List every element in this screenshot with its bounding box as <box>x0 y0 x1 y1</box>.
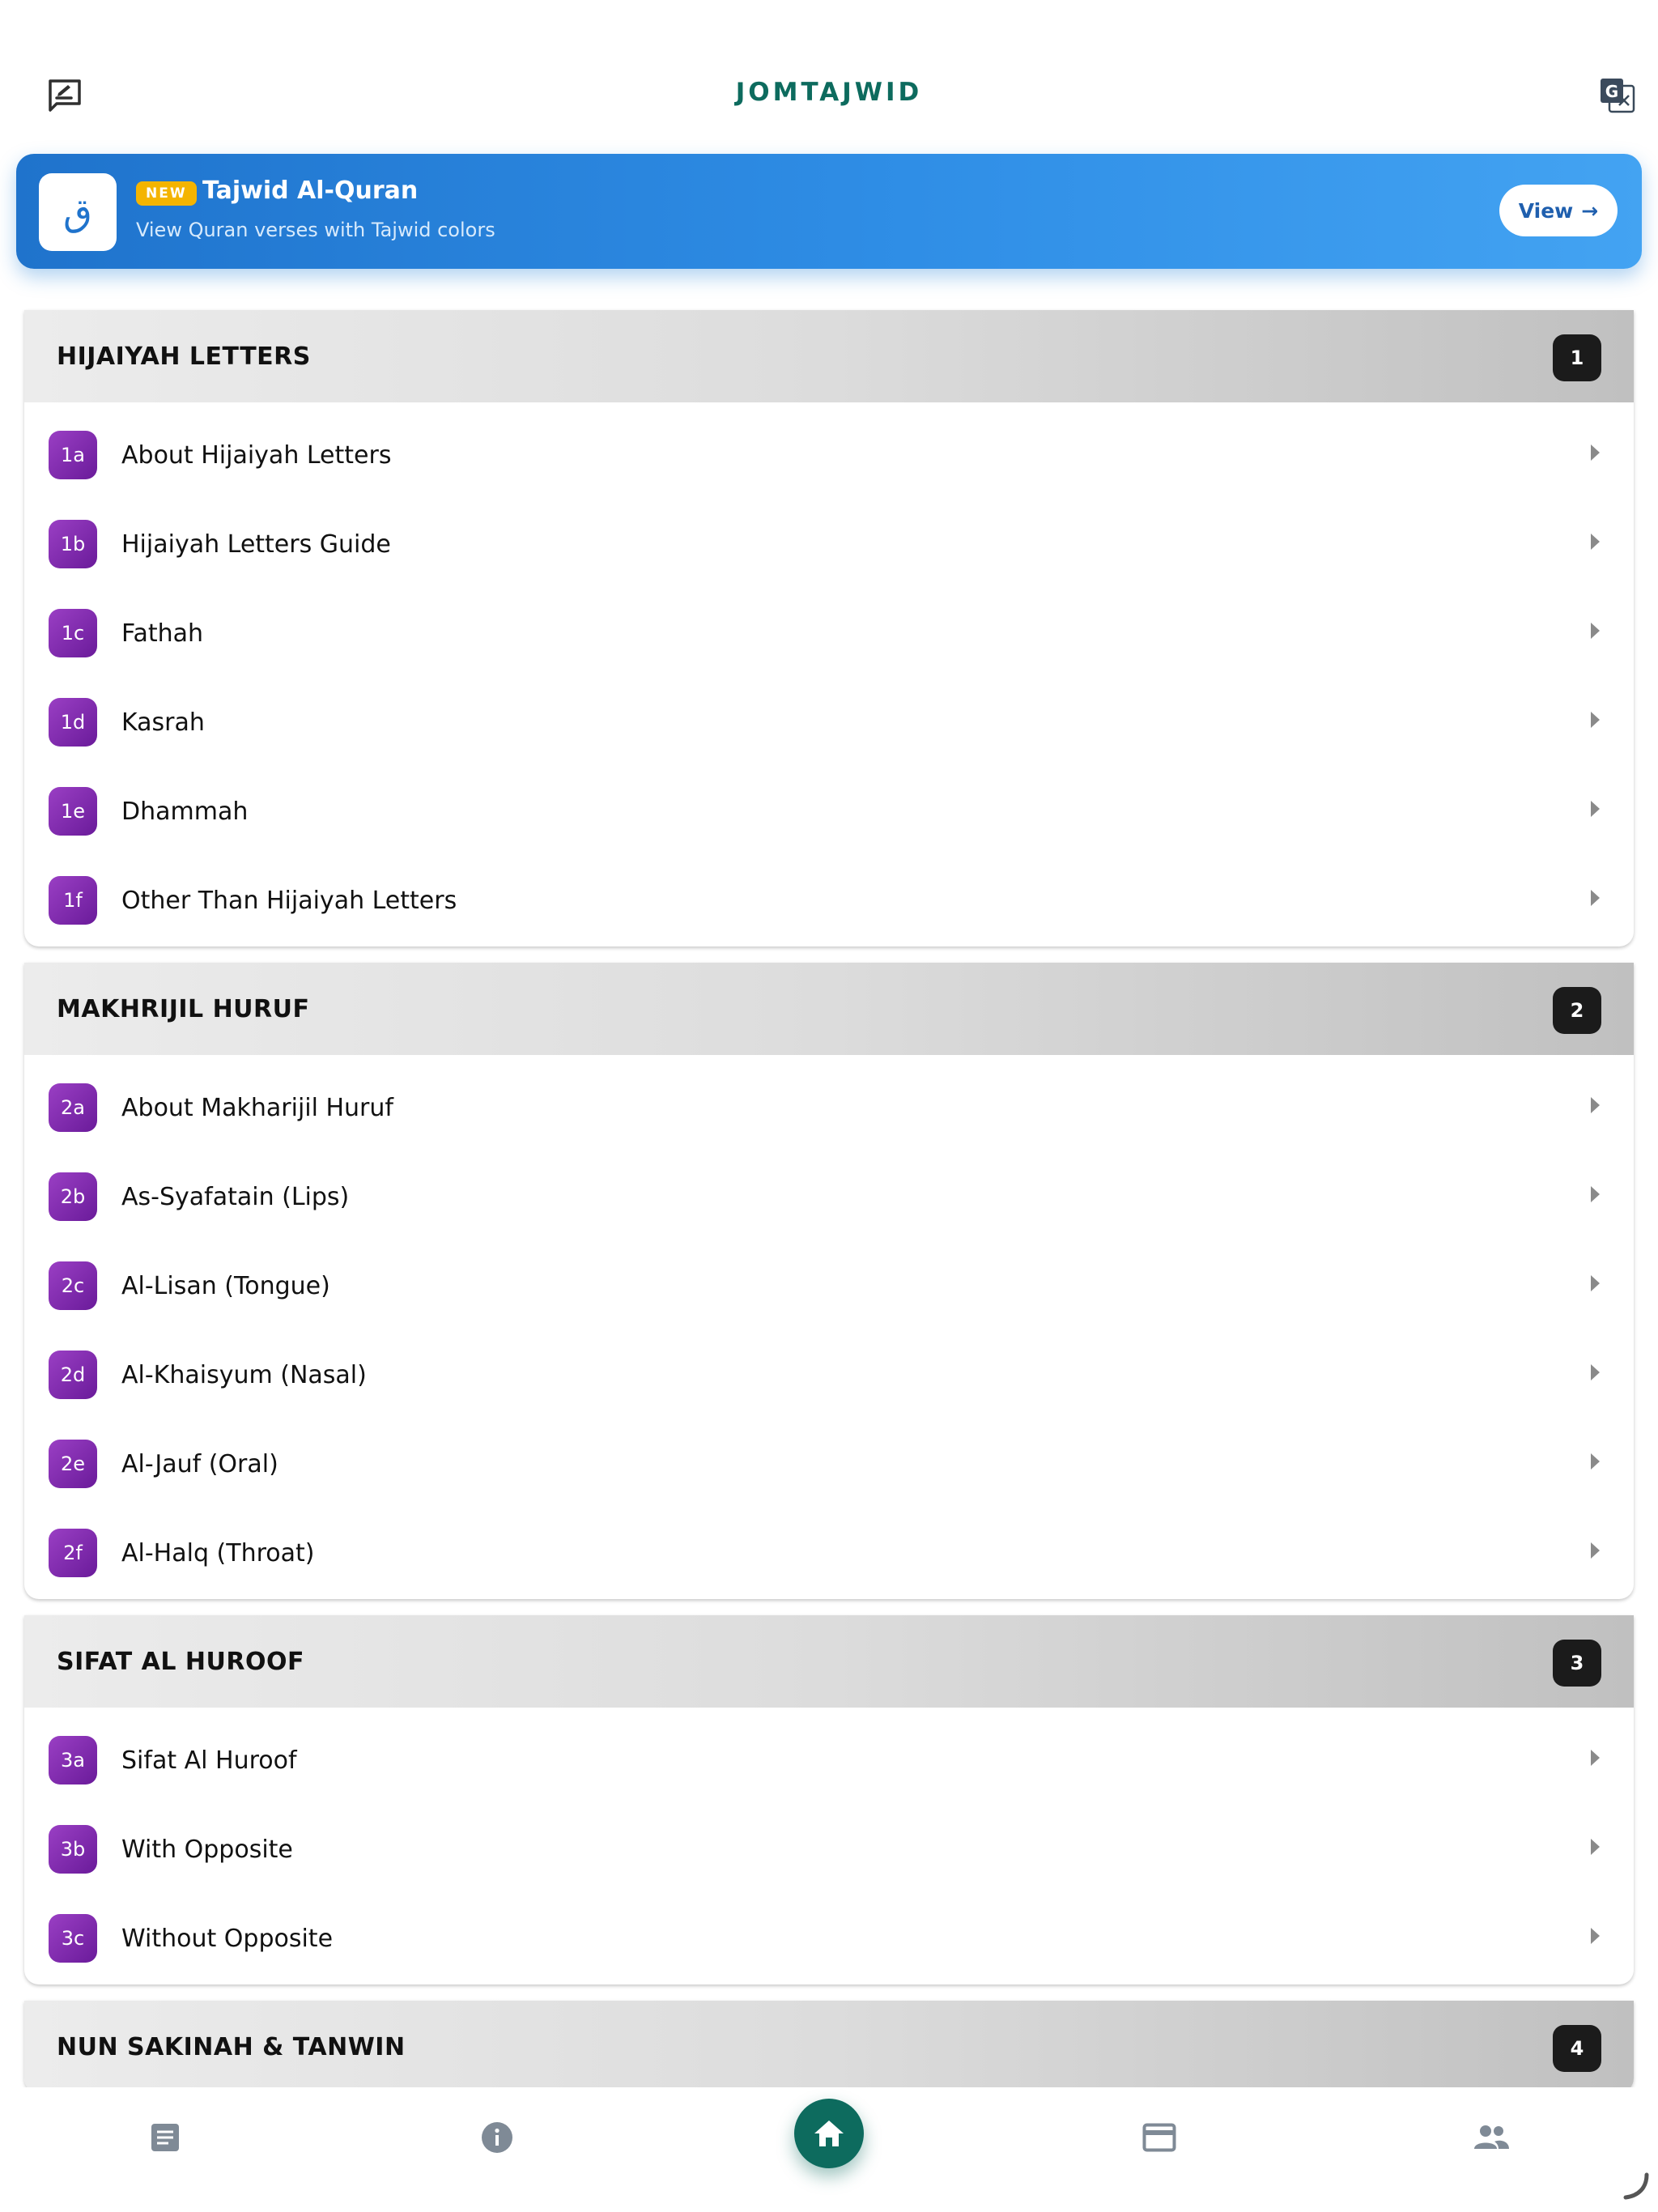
tajwid-quran-banner[interactable]: ق NEW Tajwid Al-Quran View Quran verses … <box>16 154 1642 269</box>
lesson-item[interactable]: 1e Dhammah <box>24 764 1634 853</box>
lesson-code-badge: 1e <box>49 787 97 836</box>
translate-icon[interactable]: G <box>1598 76 1637 115</box>
section-number-badge: 3 <box>1553 1640 1601 1687</box>
view-button[interactable]: View → <box>1499 185 1618 236</box>
top-bar: JOMTAJWID G <box>0 0 1658 146</box>
lesson-item[interactable]: 2c Al-Lisan (Tongue) <box>24 1238 1634 1327</box>
lesson-code-badge: 2b <box>49 1172 97 1221</box>
lesson-item[interactable]: 3a Sifat Al Huroof <box>24 1712 1634 1802</box>
lesson-label: Al-Khaisyum (Nasal) <box>121 1361 367 1389</box>
lesson-section: SIFAT AL HUROOF 3 3a Sifat Al Huroof 3b With … <box>24 1615 1634 1984</box>
card-icon[interactable] <box>1137 2115 1182 2160</box>
arrow-right-icon: → <box>1581 198 1599 223</box>
chevron-right-icon <box>1591 1097 1600 1113</box>
people-icon[interactable] <box>1469 2115 1514 2160</box>
section-title: MAKHRIJIL HURUF <box>57 995 310 1023</box>
section-header[interactable]: NUN SAKINAH & TANWIN 4 <box>24 2001 1634 2093</box>
lesson-code-badge: 2f <box>49 1529 97 1577</box>
lesson-label: About Makharijil Huruf <box>121 1094 393 1122</box>
chevron-right-icon <box>1591 1364 1600 1380</box>
lesson-item[interactable]: 1b Hijaiyah Letters Guide <box>24 496 1634 585</box>
lesson-item[interactable]: 2e Al-Jauf (Oral) <box>24 1416 1634 1505</box>
svg-text:G: G <box>1605 82 1618 101</box>
lesson-label: Fathah <box>121 619 204 648</box>
lesson-item[interactable]: 3b With Opposite <box>24 1802 1634 1891</box>
lesson-list: HIJAIYAH LETTERS 1 1a About Hijaiyah Letter… <box>24 310 1634 2109</box>
bottom-nav <box>0 2087 1658 2212</box>
lesson-label: As-Syafatain (Lips) <box>121 1183 350 1211</box>
lesson-item[interactable]: 2d Al-Khaisyum (Nasal) <box>24 1327 1634 1416</box>
section-title: HIJAIYAH LETTERS <box>57 342 311 371</box>
chevron-right-icon <box>1591 623 1600 639</box>
chevron-right-icon <box>1591 1275 1600 1291</box>
lesson-code-badge: 1b <box>49 520 97 568</box>
section-number-badge: 1 <box>1553 334 1601 381</box>
lesson-code-badge: 2c <box>49 1261 97 1310</box>
new-badge: NEW <box>136 181 197 206</box>
lesson-code-badge: 1c <box>49 609 97 657</box>
lesson-code-badge: 3c <box>49 1914 97 1963</box>
lesson-code-badge: 1f <box>49 876 97 925</box>
chevron-right-icon <box>1591 1750 1600 1766</box>
section-header[interactable]: MAKHRIJIL HURUF 2 <box>24 963 1634 1055</box>
loading-spinner-icon <box>1619 2170 1652 2202</box>
banner-title: Tajwid Al-Quran <box>202 177 419 205</box>
lesson-label: Al-Lisan (Tongue) <box>121 1272 330 1300</box>
lesson-item[interactable]: 1a About Hijaiyah Letters <box>24 407 1634 496</box>
lesson-label: Other Than Hijaiyah Letters <box>121 887 457 915</box>
lesson-label: Al-Jauf (Oral) <box>121 1450 278 1478</box>
lesson-section: NUN SAKINAH & TANWIN 4 <box>24 2001 1634 2093</box>
lesson-label: Hijaiyah Letters Guide <box>121 530 391 559</box>
info-icon[interactable] <box>474 2115 520 2160</box>
lesson-label: Without Opposite <box>121 1925 334 1953</box>
lesson-code-badge: 2d <box>49 1351 97 1399</box>
section-header[interactable]: HIJAIYAH LETTERS 1 <box>24 310 1634 402</box>
section-number-badge: 2 <box>1553 987 1601 1034</box>
chevron-right-icon <box>1591 890 1600 906</box>
quran-logo-icon: ق <box>39 173 117 251</box>
lesson-item[interactable]: 2b As-Syafatain (Lips) <box>24 1149 1634 1238</box>
lesson-label: Kasrah <box>121 708 205 737</box>
lesson-label: Al-Halq (Throat) <box>121 1539 315 1568</box>
chevron-right-icon <box>1591 801 1600 817</box>
chevron-right-icon <box>1591 534 1600 550</box>
article-icon[interactable] <box>142 2115 188 2160</box>
lesson-label: Dhammah <box>121 798 249 826</box>
view-button-label: View <box>1518 198 1574 223</box>
section-number-badge: 4 <box>1553 2025 1601 2072</box>
lesson-item[interactable]: 3c Without Opposite <box>24 1891 1634 1980</box>
section-items: 2a About Makharijil Huruf 2b As-Syafatain (… <box>24 1055 1634 1599</box>
chevron-right-icon <box>1591 1928 1600 1944</box>
section-items: 1a About Hijaiyah Letters 1b Hijaiyah Lette… <box>24 402 1634 946</box>
lesson-section: MAKHRIJIL HURUF 2 2a About Makharijil Huruf… <box>24 963 1634 1599</box>
chevron-right-icon <box>1591 1453 1600 1470</box>
lesson-code-badge: 2a <box>49 1083 97 1132</box>
lesson-code-badge: 2e <box>49 1440 97 1488</box>
section-title: SIFAT AL HUROOF <box>57 1648 304 1676</box>
chevron-right-icon <box>1591 445 1600 461</box>
lesson-item[interactable]: 1d Kasrah <box>24 674 1634 764</box>
lesson-label: Sifat Al Huroof <box>121 1746 297 1775</box>
lesson-item[interactable]: 1f Other Than Hijaiyah Letters <box>24 853 1634 942</box>
home-icon[interactable] <box>794 2099 864 2168</box>
lesson-section: HIJAIYAH LETTERS 1 1a About Hijaiyah Letter… <box>24 310 1634 946</box>
lesson-label: About Hijaiyah Letters <box>121 441 392 470</box>
chevron-right-icon <box>1591 1839 1600 1855</box>
section-items: 3a Sifat Al Huroof 3b With Opposite 3c Withou… <box>24 1708 1634 1984</box>
lesson-code-badge: 3a <box>49 1736 97 1784</box>
lesson-item[interactable]: 2f Al-Halq (Throat) <box>24 1505 1634 1594</box>
lesson-code-badge: 3b <box>49 1825 97 1874</box>
chevron-right-icon <box>1591 1186 1600 1202</box>
lesson-item[interactable]: 1c Fathah <box>24 585 1634 674</box>
lesson-item[interactable]: 2a About Makharijil Huruf <box>24 1060 1634 1149</box>
section-header[interactable]: SIFAT AL HUROOF 3 <box>24 1615 1634 1708</box>
lesson-label: With Opposite <box>121 1836 293 1864</box>
section-title: NUN SAKINAH & TANWIN <box>57 2033 406 2061</box>
lesson-code-badge: 1a <box>49 431 97 479</box>
chevron-right-icon <box>1591 1542 1600 1559</box>
banner-subtitle: View Quran verses with Tajwid colors <box>136 219 495 241</box>
lesson-code-badge: 1d <box>49 698 97 747</box>
app-title: JOMTAJWID <box>735 78 923 107</box>
chevron-right-icon <box>1591 712 1600 728</box>
